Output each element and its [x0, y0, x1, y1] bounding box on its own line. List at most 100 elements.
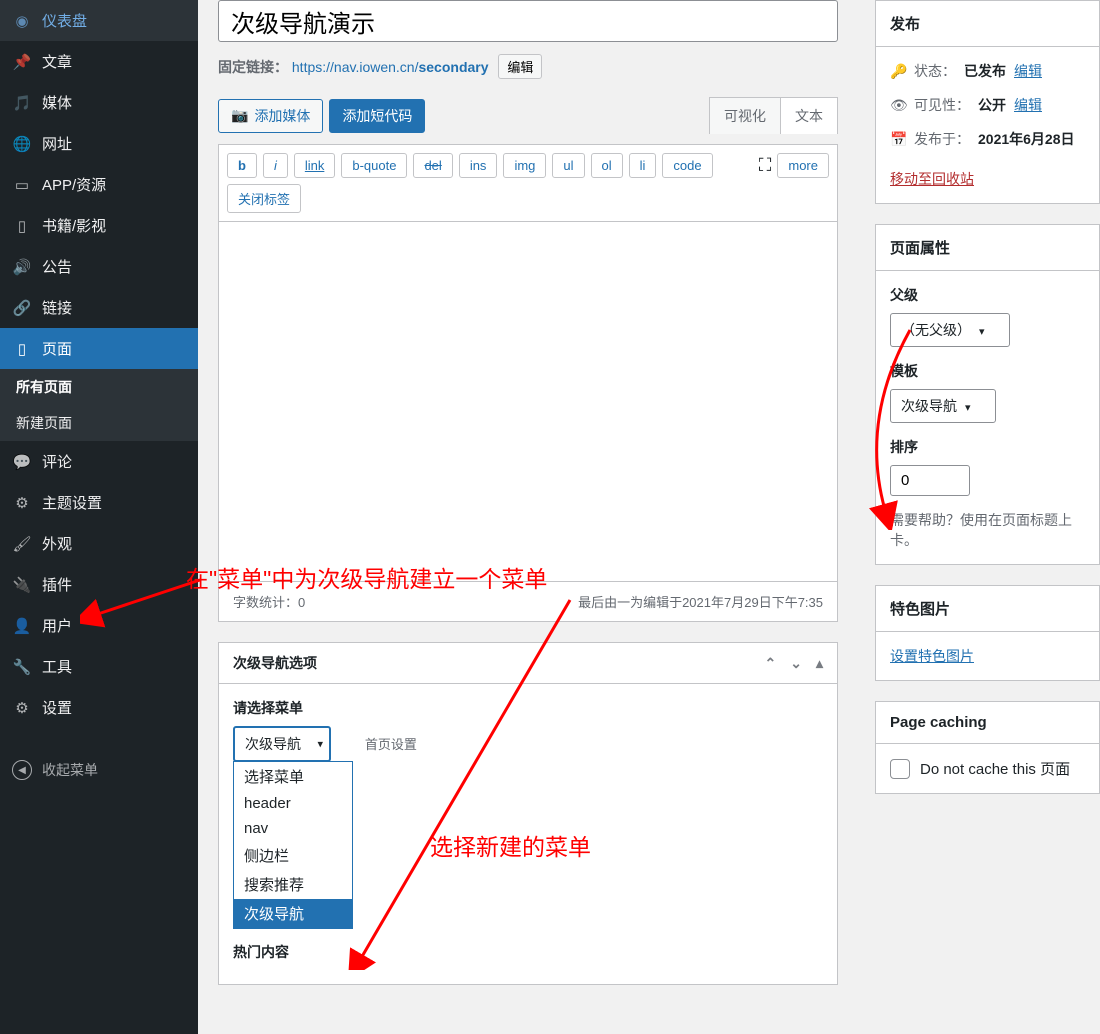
admin-sidebar: ◉仪表盘 📌文章 🎵媒体 🌐网址 ▭APP/资源 ▯书籍/影视 🔊公告 🔗链接 …	[0, 0, 198, 1034]
chevron-up-icon[interactable]: ⌃	[765, 655, 777, 672]
featured-title: 特色图片	[876, 586, 1099, 632]
no-cache-checkbox-row[interactable]: Do not cache this 页面	[890, 758, 1085, 779]
ed-ol[interactable]: ol	[591, 153, 623, 178]
select-menu-label: 请选择菜单	[233, 698, 823, 718]
parent-select[interactable]: （无父级）▾	[890, 313, 1010, 347]
ed-close-tags[interactable]: 关闭标签	[227, 184, 301, 213]
checkbox[interactable]	[890, 759, 910, 779]
sidebar-label: 评论	[42, 451, 72, 472]
sidebar-item-comments[interactable]: 💬评论	[0, 441, 198, 482]
edit-status-link[interactable]: 编辑	[1014, 61, 1042, 81]
ed-ins[interactable]: ins	[459, 153, 498, 178]
dropdown-option[interactable]: header	[234, 791, 352, 816]
globe-icon: 🌐	[12, 134, 32, 154]
wrench-icon: 🔧	[12, 657, 32, 677]
camera-icon: 📷	[231, 107, 248, 124]
checkbox-label: Do not cache this 页面	[920, 758, 1070, 779]
ed-b[interactable]: b	[227, 153, 257, 178]
sidebar-item-theme-settings[interactable]: ⚙主题设置	[0, 482, 198, 523]
move-to-trash-link[interactable]: 移动至回收站	[890, 171, 974, 187]
sidebar-item-settings[interactable]: ⚙设置	[0, 687, 198, 728]
dropdown-option[interactable]: 次级导航	[234, 899, 352, 928]
dropdown-option[interactable]: 搜索推荐	[234, 870, 352, 899]
edit-visibility-link[interactable]: 编辑	[1014, 95, 1042, 115]
collapse-label: 收起菜单	[42, 760, 98, 780]
editor-tabs: 可视化 文本	[709, 97, 838, 134]
submenu-all-pages[interactable]: 所有页面	[0, 369, 198, 405]
dashboard-icon: ◉	[12, 11, 32, 31]
add-shortcode-button[interactable]: 添加短代码	[329, 99, 425, 133]
menu-dropdown: 选择菜单 header nav 侧边栏 搜索推荐 次级导航	[233, 761, 353, 929]
sidebar-item-dashboard[interactable]: ◉仪表盘	[0, 0, 198, 41]
editor-status: 字数统计：0 最后由一为编辑于2021年7月29日下午7:35	[218, 582, 838, 622]
edit-slug-button[interactable]: 编辑	[498, 54, 542, 79]
archive-icon: ▭	[12, 175, 32, 195]
sidebar-item-plugins[interactable]: 🔌插件	[0, 564, 198, 605]
collapse-menu[interactable]: ◀ 收起菜单	[0, 748, 198, 792]
megaphone-icon: 🔊	[12, 257, 32, 277]
sidebar-item-pages[interactable]: ▯页面	[0, 328, 198, 369]
chevron-down-icon[interactable]: ⌄	[790, 655, 802, 672]
sidebar-item-notice[interactable]: 🔊公告	[0, 246, 198, 287]
word-count: 0	[298, 595, 305, 610]
postbox-title: 次级导航选项	[233, 653, 317, 673]
menu-select[interactable]: 次级导航 ▾	[233, 726, 331, 762]
ed-ul[interactable]: ul	[552, 153, 584, 178]
ed-more[interactable]: more	[777, 153, 829, 178]
page-attr-title: 页面属性	[876, 225, 1099, 271]
sidebar-item-url[interactable]: 🌐 网址	[0, 123, 198, 164]
postbox-header[interactable]: 次级导航选项 ⌃ ⌄ ▴	[219, 643, 837, 684]
helper-text: 首页设置	[365, 737, 417, 752]
page-title-input[interactable]	[218, 0, 838, 42]
ed-li[interactable]: li	[629, 153, 657, 178]
sidebar-item-media[interactable]: 🎵媒体	[0, 82, 198, 123]
tab-text[interactable]: 文本	[781, 98, 837, 134]
book-icon: ▯	[12, 216, 32, 236]
ed-link[interactable]: link	[294, 153, 336, 178]
collapse-icon: ◀	[12, 760, 32, 780]
sidebar-item-tools[interactable]: 🔧 工具	[0, 646, 198, 687]
sidebar-item-posts[interactable]: 📌 文章	[0, 41, 198, 82]
editor-textarea[interactable]	[218, 222, 838, 582]
add-media-button[interactable]: 📷添加媒体	[218, 99, 323, 133]
sidebar-label: 插件	[42, 574, 72, 595]
page-icon: ▯	[12, 339, 32, 359]
dropdown-option[interactable]: 侧边栏	[234, 841, 352, 870]
page-caching-box: Page caching Do not cache this 页面	[875, 701, 1100, 794]
dropdown-option[interactable]: 选择菜单	[234, 762, 352, 791]
template-select[interactable]: 次级导航▾	[890, 389, 996, 423]
last-edit: 最后由一为编辑于2021年7月29日下午7:35	[578, 592, 823, 611]
ed-bquote[interactable]: b-quote	[341, 153, 407, 178]
link-icon: 🔗	[12, 298, 32, 318]
publish-title: 发布	[876, 1, 1099, 47]
ed-del[interactable]: del	[413, 153, 452, 178]
sidebar-item-users[interactable]: 👤用户	[0, 605, 198, 646]
ed-img[interactable]: img	[503, 153, 546, 178]
sidebar-label: 工具	[42, 656, 72, 677]
visibility-value: 公开	[978, 95, 1006, 115]
dropdown-option[interactable]: nav	[234, 816, 352, 841]
ed-i[interactable]: i	[263, 153, 288, 178]
parent-label: 父级	[890, 285, 1085, 305]
pin-icon: 📌	[12, 52, 32, 72]
calendar-icon: 📅	[890, 131, 906, 148]
sidebar-label: 文章	[42, 51, 72, 72]
sidebar-item-books[interactable]: ▯书籍/影视	[0, 205, 198, 246]
sidebar-item-appearance[interactable]: 🖌外观	[0, 523, 198, 564]
caret-up-icon[interactable]: ▴	[816, 655, 823, 672]
fullscreen-icon[interactable]: ⛶	[759, 155, 772, 176]
tab-visual[interactable]: 可视化	[710, 98, 781, 134]
sidebar-item-links[interactable]: 🔗链接	[0, 287, 198, 328]
set-featured-image-link[interactable]: 设置特色图片	[890, 648, 974, 664]
permalink-label: 固定链接：	[218, 59, 288, 75]
sidebar-label: 媒体	[42, 92, 72, 113]
order-input[interactable]	[890, 465, 970, 496]
chevron-down-icon: ▾	[979, 326, 985, 338]
sidebar-item-app[interactable]: ▭APP/资源	[0, 164, 198, 205]
ed-code[interactable]: code	[662, 153, 712, 178]
sidebar-label: 网址	[42, 133, 72, 154]
template-label: 模板	[890, 361, 1085, 381]
status-value: 已发布	[964, 61, 1006, 81]
permalink-url[interactable]: https://nav.iowen.cn/secondary	[292, 59, 489, 75]
submenu-new-page[interactable]: 新建页面	[0, 405, 198, 441]
